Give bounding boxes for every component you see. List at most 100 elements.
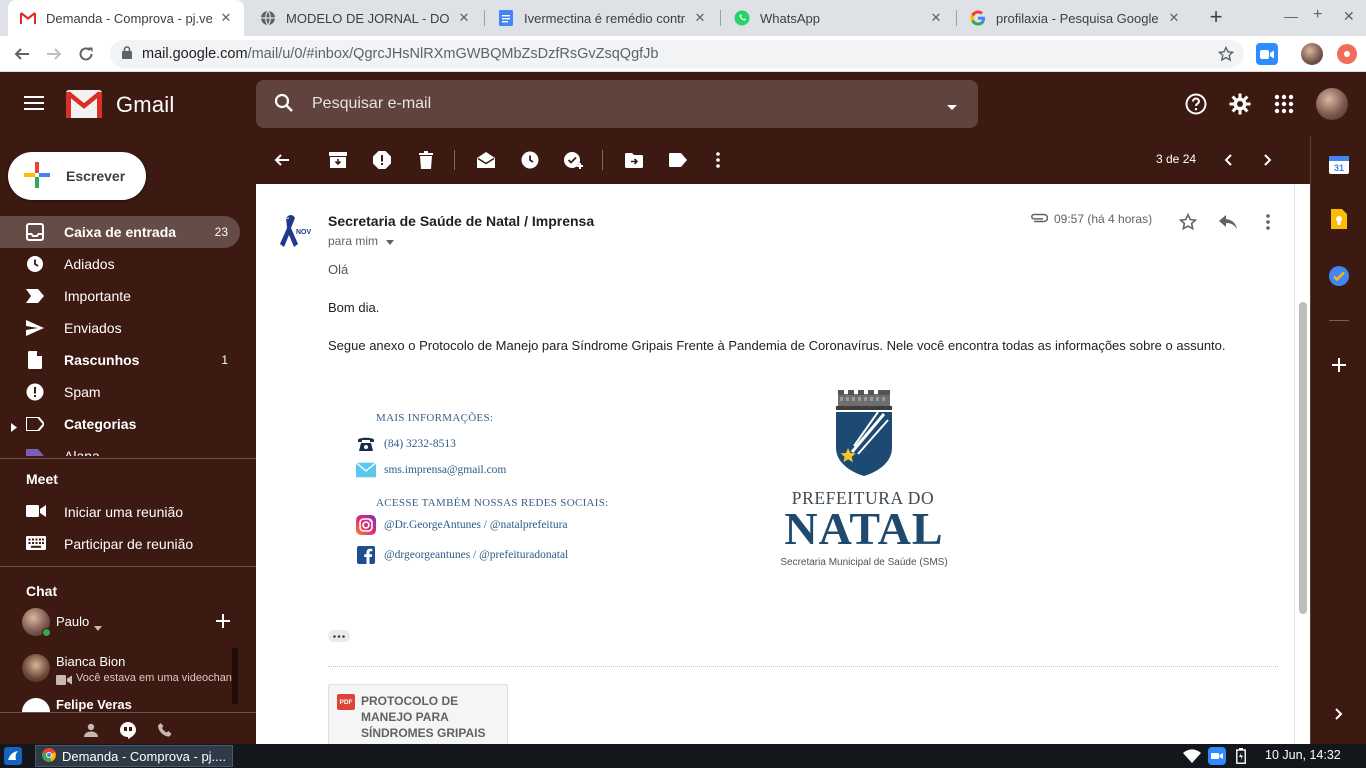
reload-icon[interactable] [74, 42, 98, 66]
compose-button[interactable]: Escrever [8, 152, 146, 200]
mailbox-nav: Caixa de entrada 23 Adiados Importante E… [0, 216, 256, 456]
join-meeting-item[interactable]: Participar de reunião [0, 528, 256, 560]
minimize-icon[interactable]: — [1284, 8, 1298, 24]
chat-scrollbar[interactable] [232, 648, 238, 704]
message-scrollbar[interactable] [1294, 184, 1310, 744]
nav-item-important[interactable]: Importante [0, 280, 240, 312]
add-to-tasks-icon[interactable] [563, 149, 585, 171]
snooze-clock-icon[interactable] [519, 149, 541, 171]
newer-chevron-icon[interactable] [1217, 149, 1239, 171]
get-addons-plus-icon[interactable] [1329, 355, 1349, 375]
start-menu-icon[interactable] [4, 747, 22, 765]
tab-close-icon[interactable]: ✕ [692, 10, 708, 26]
zoom-tray-icon[interactable] [1207, 747, 1227, 765]
extension-badge-icon[interactable] [1337, 44, 1357, 64]
globe-favicon-icon [260, 10, 276, 26]
forward-arrow-icon[interactable] [42, 42, 66, 66]
nav-item-sent[interactable]: Enviados [0, 312, 240, 344]
zoom-extension-icon[interactable] [1256, 43, 1278, 65]
more-options-icon[interactable] [707, 149, 729, 171]
profile-avatar[interactable] [1301, 43, 1323, 65]
bookmark-star-icon[interactable] [1217, 45, 1235, 66]
recipient-details-caret-icon[interactable] [386, 234, 395, 248]
inbox-icon [26, 223, 44, 241]
scrollbar-thumb[interactable] [1299, 302, 1307, 614]
archive-icon[interactable] [327, 149, 349, 171]
gmail-brand-text: Gmail [116, 92, 175, 117]
nav-item-inbox[interactable]: Caixa de entrada 23 [0, 216, 240, 248]
address-bar[interactable]: mail.google.com/mail/u/0/#inbox/QgrcJHsN… [110, 40, 1244, 68]
reply-icon[interactable] [1217, 211, 1239, 233]
delete-trash-icon[interactable] [415, 149, 437, 171]
contact-avatar [22, 698, 50, 712]
settings-gear-icon[interactable] [1228, 92, 1252, 116]
tab-close-icon[interactable]: ✕ [218, 10, 234, 26]
apps-grid-icon[interactable] [1272, 92, 1296, 116]
chat-contact-item[interactable]: Felipe Veras [22, 690, 252, 712]
expand-arrow-icon[interactable] [11, 419, 17, 435]
sender-avatar[interactable]: NOV [274, 212, 314, 252]
search-options-icon[interactable] [946, 100, 958, 115]
signature-phone: (84) 3232-8513 [384, 438, 456, 450]
back-arrow-icon[interactable] [10, 42, 34, 66]
nav-item-drafts[interactable]: Rascunhos 1 [0, 344, 240, 376]
older-chevron-icon[interactable] [1257, 149, 1279, 171]
main-menu-icon[interactable] [24, 94, 46, 115]
status-caret-icon[interactable] [94, 619, 102, 634]
help-icon[interactable] [1184, 92, 1208, 116]
tab-close-icon[interactable]: ✕ [928, 10, 944, 26]
message-meta: 09:57 (há 4 horas) [1030, 212, 1152, 226]
battery-icon[interactable] [1234, 747, 1248, 765]
nav-item-snoozed[interactable]: Adiados [0, 248, 240, 280]
compose-plus-icon [24, 161, 50, 191]
account-avatar[interactable] [1316, 88, 1348, 120]
gmail-logo-icon[interactable] [66, 90, 102, 121]
attachment-card[interactable]: PDF PROTOCOLO DE MANEJO PARA SÍNDROMES G… [328, 684, 508, 744]
tab-close-icon[interactable]: ✕ [1166, 10, 1182, 26]
report-spam-icon[interactable] [371, 149, 393, 171]
move-to-folder-icon[interactable] [623, 149, 645, 171]
window-close-icon[interactable]: ✕ [1343, 8, 1355, 25]
browser-tab-docs[interactable]: Ivermectina é remédio contra ✕ [486, 0, 718, 36]
tasks-icon[interactable] [1329, 266, 1349, 286]
online-status-dot [42, 628, 51, 637]
browser-tab-modelo[interactable]: MODELO DE JORNAL - DOM ✕ [248, 0, 482, 36]
show-trimmed-content-button[interactable] [328, 630, 350, 642]
new-chat-plus-icon[interactable] [216, 614, 230, 631]
mark-unread-icon[interactable] [475, 149, 497, 171]
taskbar-window-button[interactable]: Demanda - Comprova - pj.... [35, 745, 233, 767]
search-icon[interactable] [274, 93, 294, 116]
keep-notes-icon[interactable] [1329, 209, 1349, 229]
hide-side-panel-chevron-icon[interactable] [1329, 704, 1349, 724]
hangouts-chat-icon[interactable] [118, 720, 138, 740]
signature-email-row: sms.imprensa@gmail.com [356, 460, 506, 480]
chat-self-status[interactable]: Paulo [22, 606, 256, 638]
calendar-icon[interactable]: 31 [1329, 154, 1349, 174]
pdf-file-icon: PDF [337, 694, 355, 710]
chat-contact-item[interactable]: Bianca Bion Você estava em uma videochan [22, 648, 252, 688]
facebook-icon [356, 546, 376, 564]
search-input[interactable] [312, 95, 912, 113]
browser-tab-google[interactable]: profilaxia - Pesquisa Google ✕ [958, 0, 1192, 36]
signature-email[interactable]: sms.imprensa@gmail.com [384, 464, 506, 476]
tab-close-icon[interactable]: ✕ [456, 10, 472, 26]
maximize-icon[interactable]: + [1313, 6, 1322, 24]
contacts-person-icon[interactable] [81, 720, 101, 740]
sidebar-divider [0, 566, 256, 567]
start-meeting-item[interactable]: Iniciar uma reunião [0, 496, 256, 528]
phone-icon[interactable] [155, 720, 175, 740]
message-more-icon[interactable] [1257, 211, 1279, 233]
star-icon[interactable] [1177, 211, 1199, 233]
nav-item-spam[interactable]: Spam [0, 376, 240, 408]
mail-search-box[interactable] [256, 80, 978, 128]
nav-item-alana[interactable]: Alana [0, 440, 240, 456]
browser-tab-gmail[interactable]: Demanda - Comprova - pj.ve ✕ [8, 0, 244, 36]
tab-separator [956, 10, 957, 26]
back-to-inbox-icon[interactable] [271, 149, 293, 171]
nav-item-categories[interactable]: Categorias [0, 408, 240, 440]
new-tab-button[interactable]: + [1204, 4, 1228, 32]
recipient-line[interactable]: para mim [328, 234, 395, 248]
browser-tab-whatsapp[interactable]: WhatsApp ✕ [722, 0, 954, 36]
label-tag-icon[interactable] [667, 149, 689, 171]
wifi-icon[interactable] [1182, 747, 1202, 765]
